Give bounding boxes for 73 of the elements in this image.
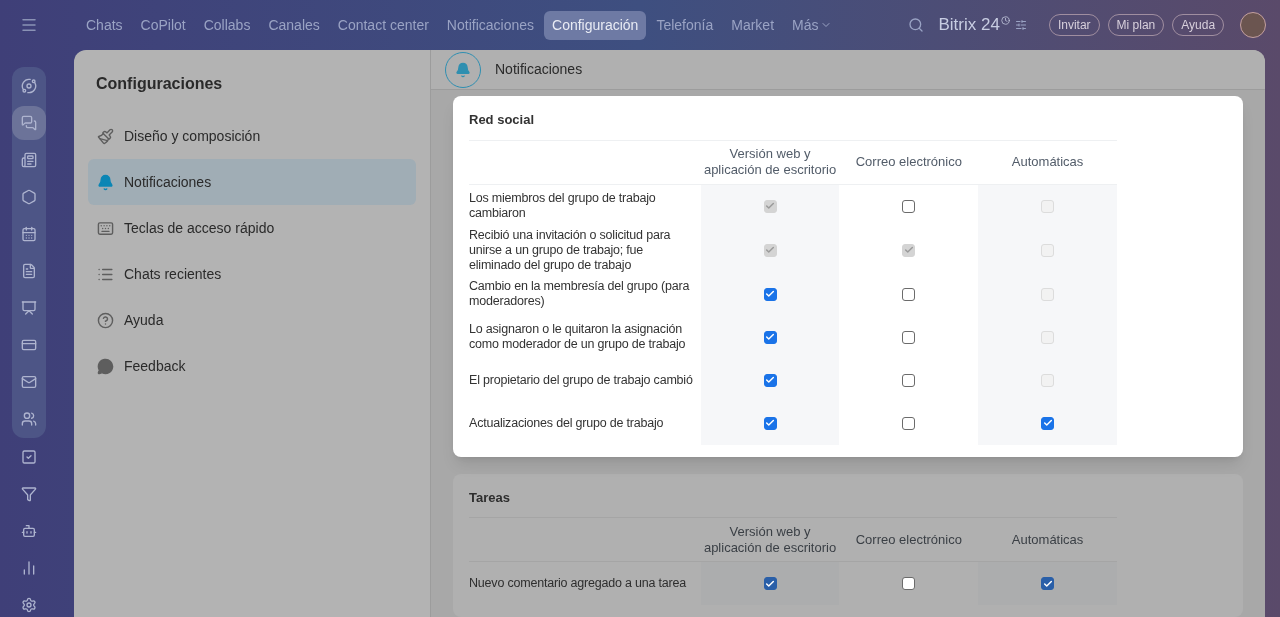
- chat-icon[interactable]: [21, 115, 37, 131]
- checkbox[interactable]: [763, 577, 777, 590]
- nav-tab[interactable]: Chats: [78, 10, 131, 40]
- checkbox[interactable]: [902, 330, 916, 344]
- bell-icon: [455, 61, 471, 78]
- sidebar-item[interactable]: Feedback: [88, 343, 416, 389]
- clock-icon: [1000, 15, 1010, 25]
- checkbox[interactable]: [763, 416, 777, 430]
- menu-icon[interactable]: [20, 16, 38, 34]
- users-icon[interactable]: [21, 411, 37, 427]
- orbit-icon[interactable]: [21, 78, 37, 94]
- checkbox-icon[interactable]: [21, 449, 37, 465]
- help-icon: [97, 311, 114, 329]
- funnel-icon[interactable]: [21, 486, 37, 502]
- checkbox[interactable]: [902, 416, 916, 430]
- sidebar-item[interactable]: Diseño y composición: [88, 113, 416, 159]
- sidebar-item[interactable]: Notificaciones: [88, 159, 416, 205]
- sidebar-item[interactable]: Chats recientes: [88, 251, 416, 297]
- checkbox[interactable]: [1041, 416, 1055, 430]
- newspaper-icon[interactable]: [21, 152, 37, 168]
- nav-tab[interactable]: Collabs: [195, 10, 259, 40]
- page-title: Notificaciones: [495, 60, 583, 79]
- speech-bubble-icon: [97, 357, 114, 375]
- nav-tab[interactable]: CoPilot: [132, 10, 194, 40]
- keyboard-icon: [97, 219, 114, 237]
- column-header: Versión web y aplicación de escritorio: [702, 146, 838, 178]
- calendar-icon[interactable]: [21, 226, 37, 242]
- sidebar-item[interactable]: Ayuda: [88, 297, 416, 343]
- checkbox[interactable]: [902, 199, 916, 213]
- checkbox[interactable]: [902, 577, 916, 590]
- bar-chart-icon[interactable]: [21, 560, 37, 576]
- checkbox[interactable]: [902, 287, 916, 301]
- document-icon[interactable]: [21, 263, 37, 279]
- column-header: Correo electrónico: [855, 531, 962, 548]
- checkbox[interactable]: [1041, 577, 1055, 590]
- notification-label: Los miembros del grupo de trabajo cambiaron: [469, 191, 657, 221]
- more-menu[interactable]: Más: [784, 14, 841, 36]
- notification-label: Actualizaciones del grupo de trabajo: [469, 415, 664, 431]
- presentation-icon[interactable]: [21, 300, 37, 316]
- sidebar-item[interactable]: Teclas de acceso rápido: [88, 205, 416, 251]
- checkbox[interactable]: [763, 373, 777, 387]
- checkbox[interactable]: [902, 373, 916, 387]
- avatar[interactable]: [1240, 12, 1267, 38]
- sidebar-title: Configuraciones: [95, 74, 224, 94]
- nav-tab[interactable]: Canales: [260, 10, 328, 40]
- column-header: Automáticas: [1011, 531, 1084, 548]
- logo: Bitrix 24: [938, 14, 1000, 37]
- settings-icon[interactable]: [21, 597, 37, 613]
- notification-label: Cambio en la membresía del grupo (para moderadores): [469, 279, 691, 309]
- notification-label: Nuevo comentario agregado a una tarea: [469, 576, 687, 591]
- bell-icon: [97, 173, 114, 191]
- nav-tab[interactable]: Configuración: [544, 10, 647, 40]
- mail-icon[interactable]: [21, 374, 37, 390]
- section-title: Red social: [469, 111, 536, 129]
- robot-icon[interactable]: [21, 523, 37, 539]
- section-title: Tareas: [469, 488, 511, 507]
- notification-label: El propietario del grupo de trabajo cambió: [469, 372, 693, 388]
- column-header: Correo electrónico: [855, 154, 962, 170]
- notification-label: Recibió una invitación o solicitud para unirse a un grupo de trabajo; fue eliminado del grupo de trabajo: [469, 227, 672, 273]
- card-icon[interactable]: [21, 337, 37, 353]
- nav-tab[interactable]: Notificaciones: [438, 10, 542, 40]
- checkbox[interactable]: [763, 287, 777, 301]
- nav-tab[interactable]: Telefonía: [648, 10, 722, 40]
- sliders-icon[interactable]: [1014, 19, 1027, 31]
- column-header: Automáticas: [1011, 154, 1084, 170]
- notification-label: Lo asignaron o le quitaron la asignación como moderador de un grupo de trabajo: [469, 322, 687, 352]
- column-header: Versión web y aplicación de escritorio: [702, 523, 838, 556]
- brush-icon: [97, 127, 114, 145]
- nav-tab[interactable]: Contact center: [329, 10, 437, 40]
- hexagon-icon[interactable]: [21, 189, 37, 205]
- checkbox[interactable]: [763, 330, 777, 344]
- search-icon[interactable]: [908, 17, 925, 33]
- nav-tab[interactable]: Market: [723, 10, 783, 40]
